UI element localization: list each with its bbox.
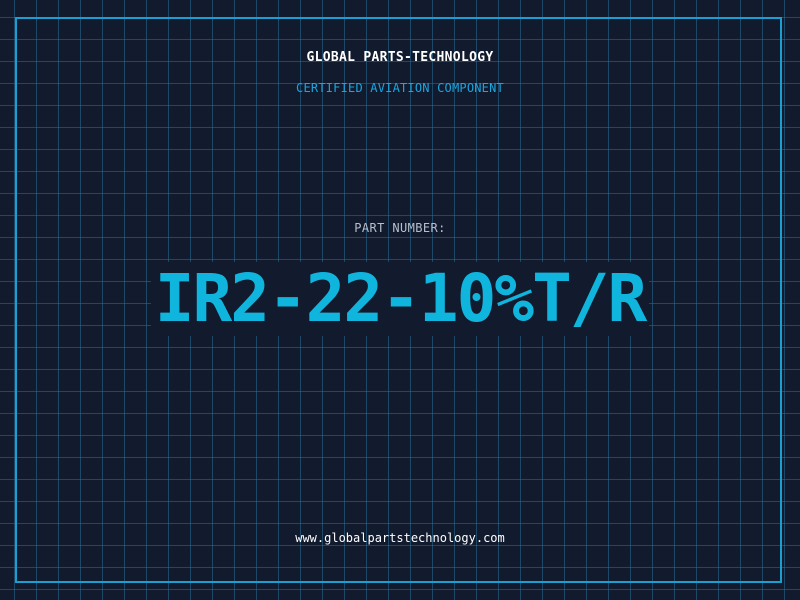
certification-subtitle: CERTIFIED AVIATION COMPONENT [296,81,504,95]
part-number-label: PART NUMBER: [354,221,446,235]
website-url: www.globalpartstechnology.com [295,531,505,545]
label-canvas: GLOBAL PARTS-TECHNOLOGY CERTIFIED AVIATI… [0,0,800,600]
part-number-value: IR2-22-10%T/R [150,262,650,336]
part-number-container: IR2-22-10%T/R [0,262,800,336]
company-name: GLOBAL PARTS-TECHNOLOGY [306,50,494,65]
